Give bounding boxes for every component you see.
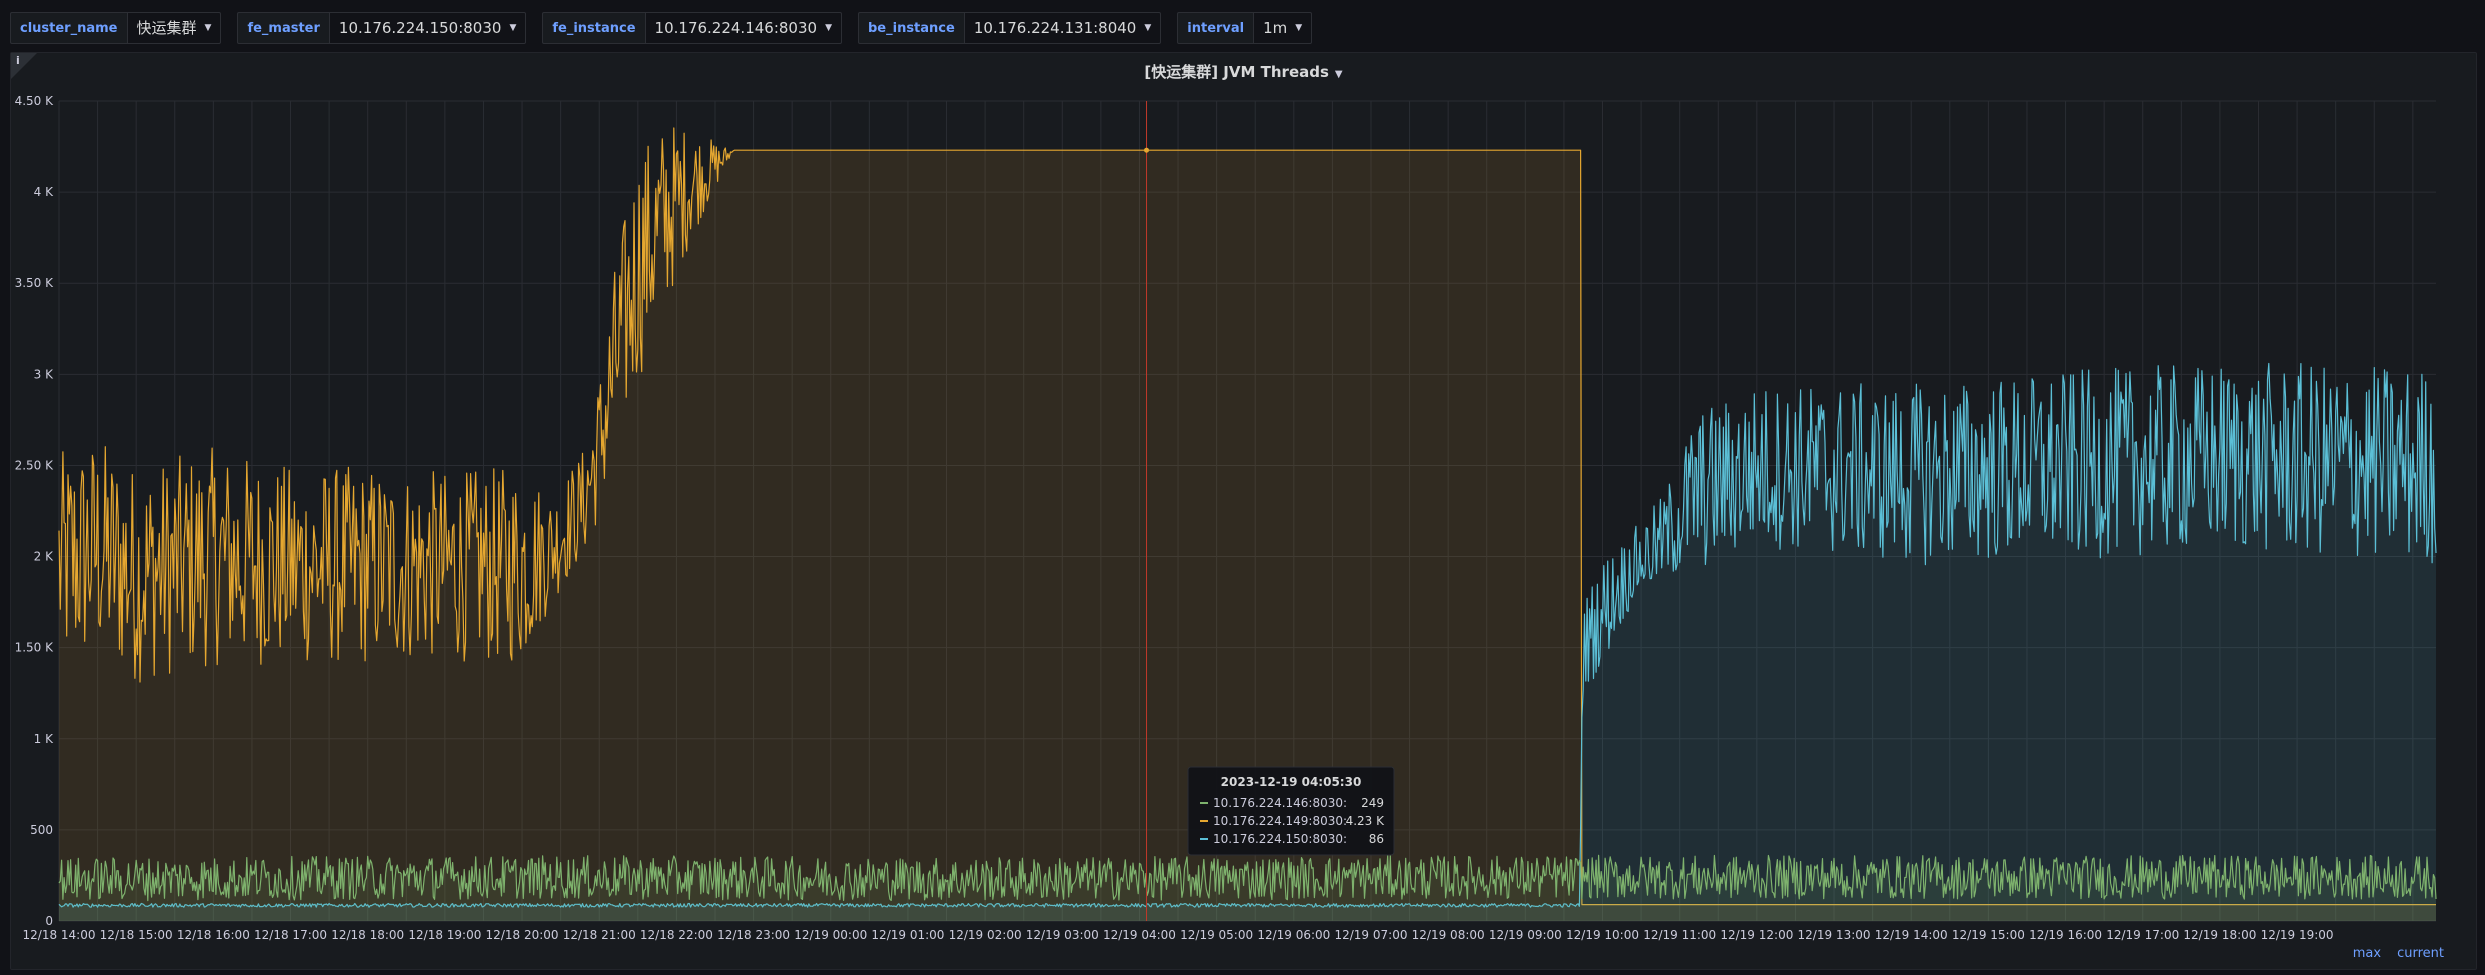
variable-cluster-name: cluster_name 快运集群 ▼ xyxy=(10,12,222,44)
tooltip-series-value: 86 xyxy=(1369,832,1384,846)
variable-label: cluster_name xyxy=(10,12,127,44)
x-tick-label: 12/18 19:00 xyxy=(408,928,481,942)
select-value: 10.176.224.131:8040 xyxy=(973,19,1137,37)
x-tick-label: 12/18 15:00 xyxy=(100,928,173,942)
x-tick-label: 12/18 23:00 xyxy=(717,928,790,942)
variable-fe-master: fe_master 10.176.224.150:8030 ▼ xyxy=(237,12,527,44)
x-tick-label: 12/19 08:00 xyxy=(1412,928,1485,942)
variable-label: fe_master xyxy=(237,12,329,44)
variable-fe-instance: fe_instance 10.176.224.146:8030 ▼ xyxy=(542,12,842,44)
x-tick-label: 12/19 10:00 xyxy=(1566,928,1639,942)
y-tick-label: 1 K xyxy=(34,732,54,746)
be-instance-select[interactable]: 10.176.224.131:8040 ▼ xyxy=(963,12,1162,44)
legend-columns: max current xyxy=(2353,946,2444,961)
variable-interval: interval 1m ▼ xyxy=(1177,12,1313,44)
variable-label: interval xyxy=(1177,12,1254,44)
tooltip-series-name: 10.176.224.149:8030: xyxy=(1213,814,1347,828)
jvm-threads-panel: i [快运集群] JVM Threads ▼ 0 500 1 K 1.50 K2 K 2.… xyxy=(10,52,2477,970)
select-value: 10.176.224.150:8030 xyxy=(338,19,502,37)
tooltip-series-value: 4.23 K xyxy=(1346,814,1386,828)
x-tick-label: 12/18 20:00 xyxy=(486,928,559,942)
line-chart[interactable]: 0 500 1 K 1.50 K 2 K 2.50 K 3 K 3.50 K 4 K 4.50 K… xyxy=(11,53,2476,969)
x-tick-label: 12/19 04:00 xyxy=(1103,928,1176,942)
x-tick-label: 12/19 15:00 xyxy=(1952,928,2025,942)
variable-bar: cluster_name 快运集群 ▼ fe_master 10.176.224… xyxy=(10,12,1313,44)
tooltip-time: 2023-12-19 04:05:30 xyxy=(1221,775,1362,789)
x-tick-label: 12/19 16:00 xyxy=(2029,928,2102,942)
x-tick-label: 12/19 17:00 xyxy=(2106,928,2179,942)
select-value: 10.176.224.146:8030 xyxy=(654,19,818,37)
select-value: 1m xyxy=(1263,19,1288,37)
x-tick-label: 12/18 16:00 xyxy=(177,928,250,942)
x-tick-label: 12/19 03:00 xyxy=(1026,928,1099,942)
x-tick-label: 12/19 06:00 xyxy=(1257,928,1330,942)
interval-select[interactable]: 1m ▼ xyxy=(1253,12,1313,44)
y-tick-label: 4 K xyxy=(34,185,54,199)
x-tick-label: 12/19 02:00 xyxy=(949,928,1022,942)
y-tick-label: 2 K xyxy=(34,550,54,564)
y-tick-label: 4.50 K xyxy=(15,94,55,108)
x-tick-label: 12/18 17:00 xyxy=(254,928,327,942)
y-tick-label: 0 xyxy=(45,914,53,928)
x-tick-label: 12/19 01:00 xyxy=(871,928,944,942)
y-tick-label: 500 xyxy=(30,823,53,837)
tooltip-series-value: 249 xyxy=(1361,796,1384,810)
x-tick-label: 12/18 21:00 xyxy=(563,928,636,942)
y-tick-label: 1.50 K xyxy=(15,641,55,655)
variable-label: be_instance xyxy=(857,12,964,44)
select-value: 快运集群 xyxy=(136,19,197,37)
x-tick-label: 12/19 14:00 xyxy=(1875,928,1948,942)
variable-be-instance: be_instance 10.176.224.131:8040 ▼ xyxy=(857,12,1162,44)
x-tick-label: 12/19 19:00 xyxy=(2261,928,2334,942)
y-tick-label: 3 K xyxy=(34,367,54,381)
y-tick-label: 3.50 K xyxy=(15,276,55,290)
fe-master-select[interactable]: 10.176.224.150:8030 ▼ xyxy=(328,12,527,44)
chevron-down-icon: ▼ xyxy=(509,23,517,33)
x-tick-label: 12/19 05:00 xyxy=(1180,928,1253,942)
x-tick-label: 12/19 11:00 xyxy=(1643,928,1716,942)
legend-column-max[interactable]: max xyxy=(2353,946,2381,961)
variable-label: fe_instance xyxy=(542,12,645,44)
x-tick-label: 12/19 00:00 xyxy=(794,928,867,942)
x-tick-label: 12/19 13:00 xyxy=(1798,928,1871,942)
x-tick-label: 12/19 09:00 xyxy=(1489,928,1562,942)
x-tick-label: 12/18 14:00 xyxy=(23,928,96,942)
chevron-down-icon: ▼ xyxy=(1144,23,1152,33)
crosshair-point xyxy=(1144,147,1150,153)
x-tick-label: 12/18 22:00 xyxy=(640,928,713,942)
x-tick-label: 12/19 12:00 xyxy=(1720,928,1793,942)
legend-column-current[interactable]: current xyxy=(2397,946,2444,961)
x-tick-label: 12/18 18:00 xyxy=(331,928,404,942)
y-tick-label: 2.50 K xyxy=(15,458,55,472)
tooltip-series-name: 10.176.224.150:8030: xyxy=(1213,832,1347,846)
x-tick-label: 12/19 07:00 xyxy=(1334,928,1407,942)
chevron-down-icon: ▼ xyxy=(204,23,212,33)
cluster-name-select[interactable]: 快运集群 ▼ xyxy=(126,12,222,44)
x-tick-label: 12/19 18:00 xyxy=(2183,928,2256,942)
tooltip-series-name: 10.176.224.146:8030: xyxy=(1213,796,1347,810)
fe-instance-select[interactable]: 10.176.224.146:8030 ▼ xyxy=(644,12,842,44)
chevron-down-icon: ▼ xyxy=(825,23,832,33)
chevron-down-icon: ▼ xyxy=(1295,23,1303,33)
